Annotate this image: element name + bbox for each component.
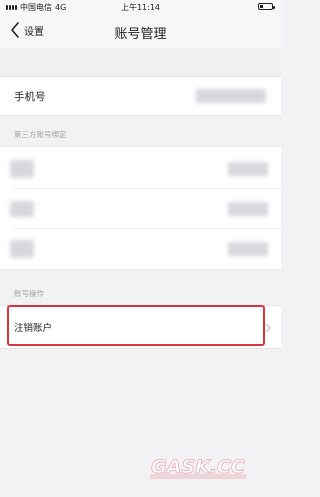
cancel-account-label: 注销账户 (14, 323, 53, 334)
status-time: 上午11:14 (120, 3, 161, 12)
page-title: 账号管理 (114, 27, 167, 42)
account-ops-header: 账号操作 (14, 289, 44, 298)
third-party-list (0, 146, 281, 270)
platform-icon-redacted (10, 160, 34, 178)
bind-status-redacted (228, 242, 268, 256)
watermark-text: GASK.CC (151, 456, 245, 478)
bind-status-redacted (228, 162, 268, 176)
platform-icon-redacted (10, 201, 34, 217)
status-bar: 中国电信 4G 上午11:14 (0, 0, 281, 14)
cancel-account-button[interactable]: 注销账户 (0, 305, 281, 349)
third-party-row-1[interactable] (0, 149, 281, 189)
battery-fill (260, 5, 263, 8)
phone-row[interactable]: 手机号 (0, 76, 281, 116)
platform-icon-redacted (10, 240, 34, 258)
watermark-logo: GASK.CC (150, 456, 246, 479)
phone-number-redacted (196, 89, 266, 103)
nav-bar: 设置 账号管理 (0, 14, 281, 48)
third-party-row-2[interactable] (0, 189, 281, 229)
chevron-right-icon (265, 323, 271, 333)
battery-icon (258, 3, 275, 10)
phone-label: 手机号 (14, 91, 46, 103)
third-party-header: 第三方账号绑定 (14, 130, 67, 139)
third-party-row-3[interactable] (0, 229, 281, 269)
spacer-band (0, 48, 281, 76)
bind-status-redacted (228, 202, 268, 216)
